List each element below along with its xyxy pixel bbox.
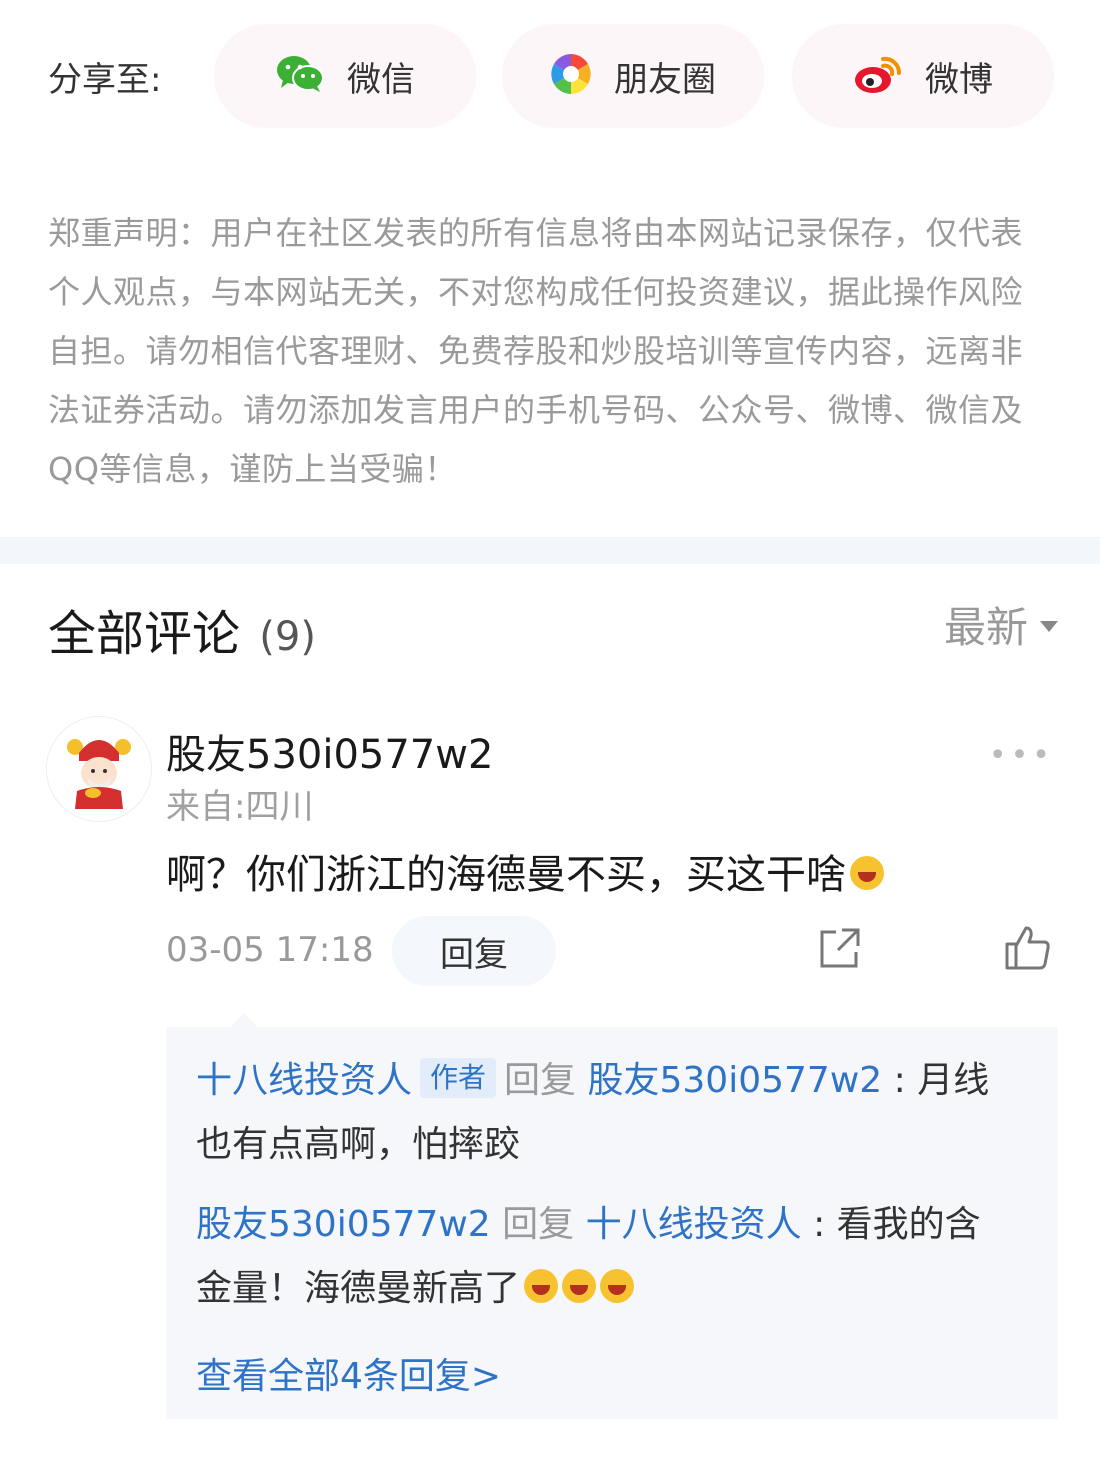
weibo-icon: [853, 53, 903, 99]
share-wechat-label: 微信: [347, 59, 415, 100]
sort-dropdown[interactable]: 最新: [944, 594, 1058, 655]
reply-target-link[interactable]: 股友530i0577w2: [588, 1060, 883, 1101]
laughing-emoji-icon: [600, 1269, 635, 1303]
share-wechat-button[interactable]: 微信: [214, 24, 476, 128]
reply-separator: :: [813, 1204, 826, 1245]
moments-icon: [550, 53, 592, 99]
share-weibo-label: 微博: [925, 59, 993, 100]
reply-button[interactable]: 回复: [392, 916, 556, 986]
reply-item: 股友530i0577w2 回复 十八线投资人 : 看我的含金量！海德曼新高了: [196, 1193, 1016, 1321]
reply-target-link[interactable]: 十八线投资人: [586, 1204, 802, 1245]
comments-count: (9): [259, 614, 316, 660]
author-badge: 作者: [420, 1058, 497, 1098]
more-options-icon[interactable]: •••: [989, 738, 1054, 773]
comment-username[interactable]: 股友530i0577w2: [166, 722, 493, 780]
section-divider: [0, 537, 1100, 564]
laughing-emoji-icon: [850, 856, 884, 890]
view-all-replies-link[interactable]: 查看全部4条回复>: [196, 1347, 501, 1399]
like-icon[interactable]: [1004, 924, 1052, 976]
reply-item: 十八线投资人 作者 回复 股友530i0577w2 : 月线也有点高啊，怕摔跤: [196, 1049, 1016, 1177]
share-bar: 分享至: 微信 朋友圈 微博: [0, 0, 1100, 150]
comment-timestamp: 03-05 17:18: [166, 930, 374, 970]
share-moments-button[interactable]: 朋友圈: [502, 24, 764, 128]
comments-heading: 全部评论 (9): [48, 594, 316, 664]
share-label: 分享至:: [48, 60, 162, 100]
disclaimer-text: 郑重声明：用户在社区发表的所有信息将由本网站记录保存，仅代表个人观点，与本网站无…: [48, 214, 1024, 488]
laughing-emoji-icon: [562, 1269, 597, 1303]
reply-author-link[interactable]: 股友530i0577w2: [196, 1204, 491, 1245]
comment-text: 啊？你们浙江的海德曼不买，买这干啥: [166, 852, 846, 898]
share-icon[interactable]: [816, 926, 862, 976]
caret-down-icon: [1040, 621, 1058, 632]
sort-label: 最新: [943, 603, 1028, 652]
reply-separator: :: [893, 1060, 906, 1101]
share-moments-label: 朋友圈: [614, 59, 716, 100]
comments-title: 全部评论: [48, 606, 241, 662]
replies-box: 十八线投资人 作者 回复 股友530i0577w2 : 月线也有点高啊，怕摔跤 股友…: [166, 1013, 1058, 1419]
comment-body: 啊？你们浙江的海德曼不买，买这干啥: [166, 842, 884, 900]
wechat-icon: [275, 54, 325, 98]
reply-action: 回复: [502, 1204, 575, 1245]
laughing-emoji-icon: [524, 1269, 559, 1303]
reply-author-link[interactable]: 十八线投资人: [196, 1060, 412, 1101]
reply-action: 回复: [504, 1060, 577, 1101]
avatar[interactable]: [46, 716, 152, 822]
comment-location: 来自:四川: [166, 787, 314, 827]
share-weibo-button[interactable]: 微博: [792, 24, 1054, 128]
